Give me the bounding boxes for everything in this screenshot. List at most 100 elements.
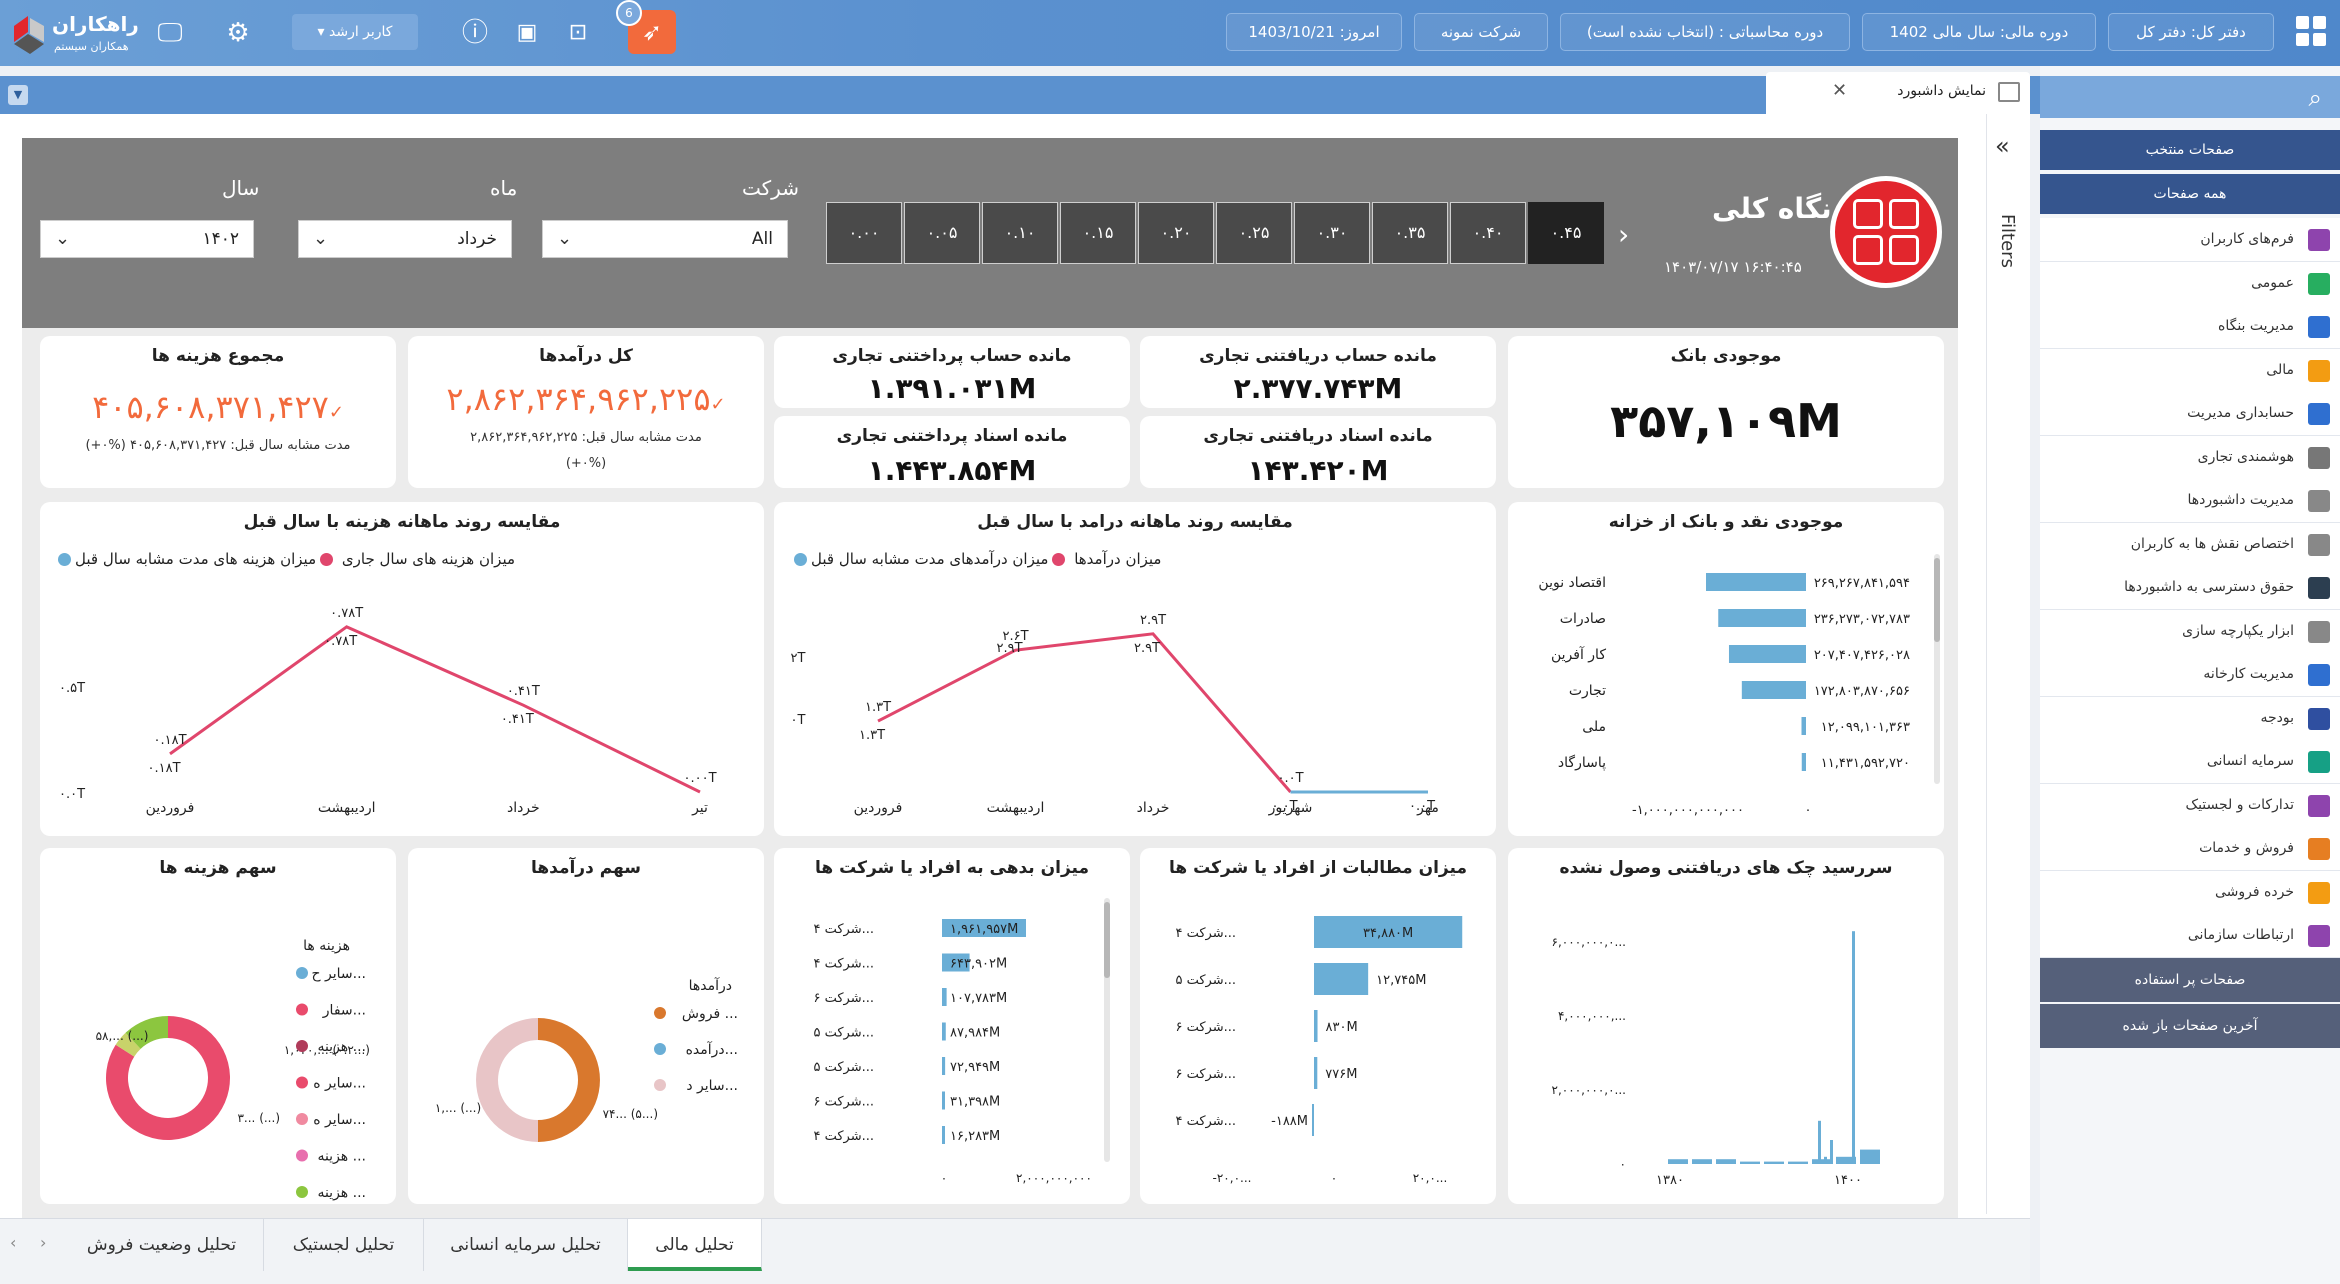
tab-dashboard[interactable]: ✕ نمایش داشبورد	[1766, 72, 2030, 114]
claims-card[interactable]: میزان مطالبات از افراد یا شرکت ها شرکت ۴…	[1140, 848, 1496, 1204]
kpi-cost-sub: (+۰%) مدت مشابه سال قبل: ۴۰۵,۶۰۸,۳۷۱,۴۲۷	[85, 438, 351, 453]
data-label: ۰.۴۱T	[507, 684, 540, 699]
fiscal-pill[interactable]: دوره مالی: سال مالی 1402	[1862, 13, 2096, 51]
company-pill[interactable]: شرکت نمونه	[1414, 13, 1548, 51]
sidebar-item-icon	[2308, 794, 2330, 817]
monitor-icon[interactable]: 🖵	[150, 13, 190, 53]
sidebar-head-all-pages[interactable]: همه صفحات	[2040, 174, 2340, 214]
sidebar-item-icon	[2308, 446, 2330, 469]
today-pill[interactable]: امروز: 1403/10/21	[1226, 13, 1402, 51]
sidebar-item[interactable]: مدیریت بنگاه	[2040, 305, 2340, 349]
slicer-chip[interactable]: ۰.۴۰	[1450, 202, 1526, 264]
y-tick-label: ۰	[1620, 1157, 1626, 1171]
sidebar-item[interactable]: بودجه	[2040, 696, 2340, 741]
debt-bar	[942, 1022, 946, 1041]
ledger-pill[interactable]: دفتر کل: دفتر کل	[2108, 13, 2274, 51]
sidebar-item[interactable]: فرم‌های کاربران	[2040, 218, 2340, 262]
legend-dot	[654, 1007, 666, 1019]
month-filter[interactable]: ⌄ خرداد	[298, 220, 512, 258]
cost-share-card[interactable]: سهم هزینه ها ۱,۰۲۰,... (۰.۲...) ۵۸,... (.…	[40, 848, 396, 1204]
sidebar-item[interactable]: سرمایه انسانی	[2040, 740, 2340, 784]
sidebar-item[interactable]: مدیریت کارخانه	[2040, 653, 2340, 697]
debt-chart: شرکت ۴... ۱,۹۶۱,۹۵۷M شرکت ۴... ۶۴۳,۹۰۲M شرکت…	[813, 898, 1110, 1185]
period-pill[interactable]: دوره محاسباتی : (انتخاب نشده است)	[1560, 13, 1850, 51]
chevron-right-icon[interactable]: ›	[40, 1233, 46, 1252]
sidebar-search[interactable]: ⌕	[2040, 76, 2340, 118]
cost-trend-card[interactable]: مقایسه روند ماهانه هزینه با سال قبل میزا…	[40, 502, 764, 836]
cash-bar	[1801, 717, 1806, 735]
brand[interactable]: راهکاران همکاران سیستم	[10, 10, 140, 56]
sidebar-frequent-pages[interactable]: صفحات پر استفاده	[2040, 958, 2340, 1002]
cash-card[interactable]: موجودی نقد و بانک از خزانه اقتصاد نوین ۲۶…	[1508, 502, 1944, 836]
sidebar-item[interactable]: ابزار یکپارچه سازی	[2040, 609, 2340, 654]
chevron-left-icon[interactable]: ‹	[10, 1233, 16, 1252]
slicer-chip[interactable]: ۰.۱۵	[1060, 202, 1136, 264]
kpi-bank[interactable]: موجودی بانک ۳۵۷,۱۰۹M	[1508, 336, 1944, 488]
tab-logistics-analysis[interactable]: تحلیل لجستیک	[264, 1219, 424, 1271]
year-filter-label: سال	[222, 176, 260, 200]
checks-card[interactable]: سررسید چک های دریافتنی وصول نشده ۶,۰۰۰,۰…	[1508, 848, 1944, 1204]
chevron-right-icon[interactable]: ›	[1618, 218, 1629, 251]
bar-value-label: ۱۲,۷۴۵M	[1376, 973, 1426, 988]
slicer-chip[interactable]: ۰.۳۰	[1294, 202, 1370, 264]
sidebar-item[interactable]: فروش و خدمات	[2040, 827, 2340, 871]
sidebar-item[interactable]: عمومی	[2040, 261, 2340, 306]
kpi-cost[interactable]: مجموع هزینه ها ۴۰۵,۶۰۸,۳۷۱,۴۲۷✓ (+۰%) مد…	[40, 336, 396, 488]
sidebar-head-favorites[interactable]: صفحات منتخب	[2040, 130, 2340, 170]
y-tick-label: ۴,۰۰۰,۰۰۰,...	[1558, 1009, 1626, 1023]
checks-column	[1740, 1161, 1760, 1164]
sidebar-item[interactable]: ارتباطات سازمانی	[2040, 914, 2340, 958]
slicer-chip[interactable]: ۰.۱۰	[982, 202, 1058, 264]
sidebar-item[interactable]: حسابداری مدیریت	[2040, 392, 2340, 436]
kpi-cost-title: مجموع هزینه ها	[151, 346, 285, 366]
tab-financial-analysis[interactable]: تحلیل مالی	[628, 1219, 762, 1271]
company-filter[interactable]: ⌄ All	[542, 220, 788, 258]
sidebar-item[interactable]: حقوق دسترسی به داشبوردها	[2040, 566, 2340, 610]
bar-category-label: شرکت ۴...	[1175, 1114, 1236, 1129]
close-tab-icon[interactable]: ✕	[1832, 80, 1847, 101]
terminal-icon[interactable]: ▣	[507, 13, 547, 53]
kpi-revenue[interactable]: کل درآمدها ۲,۸۶۲,۳۶۴,۹۶۲,۲۲۵✓ مدت مشابه …	[408, 336, 764, 488]
collapse-dropdown-icon[interactable]: ▼	[8, 85, 28, 105]
kpi-receivable-docs[interactable]: مانده اسناد دریافتنی تجاری ۱۴۳.۴۲۰M	[1140, 416, 1496, 488]
sidebar-item[interactable]: تدارکات و لجستیک	[2040, 783, 2340, 828]
gear-icon[interactable]: ⚙	[218, 13, 258, 53]
search-icon: ⌕	[2308, 84, 2322, 112]
user-dropdown[interactable]: ▾ کاربر ارشد	[292, 14, 418, 50]
chevron-down-icon: ⌄	[313, 228, 329, 249]
sidebar-item[interactable]: اختصاص نقش ها به کاربران	[2040, 522, 2340, 567]
tab-hr-analysis[interactable]: تحلیل سرمایه انسانی	[424, 1219, 628, 1271]
kpi-receivable[interactable]: مانده حساب دریافتنی تجاری ۲.۳۷۷.۷۴۳M	[1140, 336, 1496, 408]
kpi-payable[interactable]: مانده حساب پرداختنی تجاری ۱.۳۹۱.۰۳۱M	[774, 336, 1130, 408]
sidebar-item[interactable]: خرده فروشی	[2040, 870, 2340, 915]
inbox-icon[interactable]: ⊡	[558, 13, 598, 53]
bar-value-label: ۱۲,۰۹۹,۱۰۱,۳۶۳	[1821, 720, 1910, 735]
slicer-chip[interactable]: ۰.۳۵	[1372, 202, 1448, 264]
slicer-chip[interactable]: ۰.۲۵	[1216, 202, 1292, 264]
sidebar-item[interactable]: هوشمندی تجاری	[2040, 435, 2340, 480]
slicer-chip[interactable]: ۰.۰۵	[904, 202, 980, 264]
sidebar-recent-pages[interactable]: آخرین صفحات باز شده	[2040, 1004, 2340, 1048]
rev-trend-card[interactable]: مقایسه روند ماهانه درامد با سال قبل میزا…	[774, 502, 1496, 836]
apps-grid-icon[interactable]	[2296, 16, 2328, 48]
slicer-chip[interactable]: ۰.۰۰	[826, 202, 902, 264]
year-filter[interactable]: ⌄ ۱۴۰۲	[40, 220, 254, 258]
sidebar-item[interactable]: مالی	[2040, 348, 2340, 393]
double-chevron-left-icon[interactable]: «	[1995, 132, 2010, 160]
slicer-chip[interactable]: ۰.۲۰	[1138, 202, 1214, 264]
filters-pane[interactable]: « Filters	[1986, 114, 2030, 1214]
sidebar-item-label: ارتباطات سازمانی	[2187, 927, 2294, 943]
help-icon[interactable]: ⓘ	[455, 13, 495, 53]
sidebar: ⌕ صفحات منتخب همه صفحات فرم‌های کاربران ع…	[2040, 66, 2340, 1284]
rev-share-card[interactable]: سهم درآمدها ۷۴... (۵...) ۱,... (...) درآمد…	[408, 848, 764, 1204]
sidebar-item-label: بودجه	[2260, 709, 2294, 726]
tab-sales-analysis[interactable]: تحلیل وضعیت فروش	[60, 1219, 264, 1271]
claims-bar	[1314, 963, 1369, 995]
kpi-payable-docs[interactable]: مانده اسناد پرداختنی تجاری ۱.۴۴۳.۸۵۴M	[774, 416, 1130, 488]
sidebar-item[interactable]: مدیریت داشبوردها	[2040, 479, 2340, 523]
debt-card[interactable]: میزان بدهی به افراد یا شرکت ها شرکت ۴...…	[774, 848, 1130, 1204]
bar-category-label: اقتصاد نوین	[1538, 575, 1606, 591]
slicer-chip[interactable]: ۰.۴۵	[1528, 202, 1604, 264]
x-tick-label: فروردین	[146, 800, 195, 816]
rocket-button[interactable]: ➶ 6	[616, 0, 676, 54]
